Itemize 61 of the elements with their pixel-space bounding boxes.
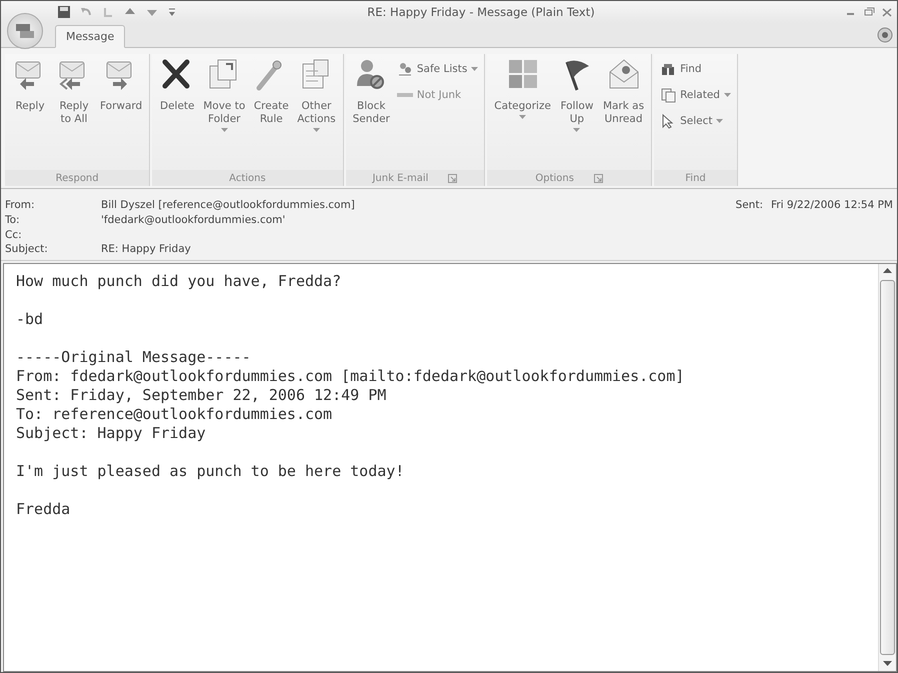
- field-label: Sent:: [736, 199, 763, 211]
- group-label: Find: [685, 172, 706, 184]
- ribbon-button[interactable]: Follow Up: [556, 54, 598, 135]
- message-body[interactable]: [3, 263, 897, 672]
- dash-icon: [396, 93, 413, 97]
- ribbon-button[interactable]: Categorize: [491, 54, 554, 122]
- body-text-line: To: reference@outlookfordummies.com: [16, 405, 334, 424]
- vertical-scrollbar[interactable]: [878, 264, 896, 671]
- ribbon-button[interactable]: Block Sender: [350, 54, 393, 128]
- related-pages-icon: [660, 87, 676, 103]
- body-text-line: I'm just pleased as punch to be here today!: [16, 462, 406, 481]
- dropdown-caret-icon: [519, 115, 526, 120]
- body-text-line: How much punch did you have, Fredda?: [16, 272, 342, 291]
- field-value: 'fdedark@outlookfordummies.com': [101, 214, 286, 226]
- ribbon-button[interactable]: Forward: [97, 54, 146, 115]
- group-label: Junk E-mail: [372, 172, 428, 184]
- dropdown-caret-icon: [724, 92, 731, 98]
- ribbon-button[interactable]: Delete: [156, 54, 198, 115]
- body-text-line: -bd: [16, 310, 44, 329]
- ribbon-button[interactable]: Create Rule: [250, 54, 292, 128]
- ribbon-button[interactable]: Other Actions: [294, 54, 339, 135]
- ribbon-button[interactable]: Select: [658, 110, 733, 132]
- ribbon-button[interactable]: Find: [658, 58, 733, 80]
- help-icon[interactable]: [877, 27, 893, 43]
- ribbon-button[interactable]: Reply to All: [53, 54, 95, 128]
- window-title: RE: Happy Friday - Message (Plain Text): [366, 5, 596, 19]
- ribbon-button[interactable]: Safe Lists: [394, 58, 480, 80]
- body-text-line: Fredda: [16, 500, 72, 519]
- dialog-launcher-icon[interactable]: [594, 174, 603, 182]
- field-label: Subject:: [5, 243, 49, 256]
- ribbon-button[interactable]: Reply: [9, 54, 51, 115]
- dropdown-caret-icon: [220, 128, 228, 133]
- dropdown-caret-icon: [573, 128, 580, 133]
- body-text-line: -----Original Message-----: [16, 348, 252, 367]
- field-label: Cc:: [5, 228, 23, 242]
- ribbon-tab[interactable]: Message: [55, 25, 126, 48]
- body-text-line: Subject: Happy Friday: [16, 424, 207, 443]
- save-icon[interactable]: [57, 5, 71, 19]
- body-text-line: Sent: Friday, September 22, 2006 12:49 PM: [16, 386, 388, 405]
- ribbon-button[interactable]: Mark as Unread: [600, 54, 648, 128]
- scroll-thumb[interactable]: [880, 280, 895, 655]
- field-value: Fri 9/22/2006 12:54 PM: [770, 199, 893, 211]
- body-text-line: From: fdedark@outlookfordummies.com [mailto:fdedark@outlookfordummies.com]: [16, 367, 686, 386]
- scroll-down-icon[interactable]: [883, 661, 892, 667]
- field-value: RE: Happy Friday: [101, 243, 191, 256]
- group-label: Actions: [229, 172, 266, 184]
- restore-icon[interactable]: [863, 7, 875, 17]
- ribbon-button[interactable]: Move to Folder: [200, 54, 248, 135]
- field-label: To:: [5, 214, 21, 226]
- close-icon[interactable]: [881, 7, 893, 17]
- scroll-up-icon[interactable]: [883, 268, 892, 274]
- field-value: Bill Dyszel [reference@outlookfordummies.com]: [101, 199, 355, 212]
- field-label: From:: [5, 199, 36, 212]
- dropdown-caret-icon: [471, 66, 478, 72]
- dropdown-caret-icon: [312, 128, 320, 133]
- office-button[interactable]: [7, 13, 43, 49]
- dialog-launcher-icon[interactable]: [448, 174, 458, 182]
- dropdown-caret-icon: [716, 118, 724, 124]
- group-label: Respond: [56, 172, 99, 184]
- group-label: Options: [535, 172, 574, 184]
- ribbon-button[interactable]: Related: [658, 84, 733, 106]
